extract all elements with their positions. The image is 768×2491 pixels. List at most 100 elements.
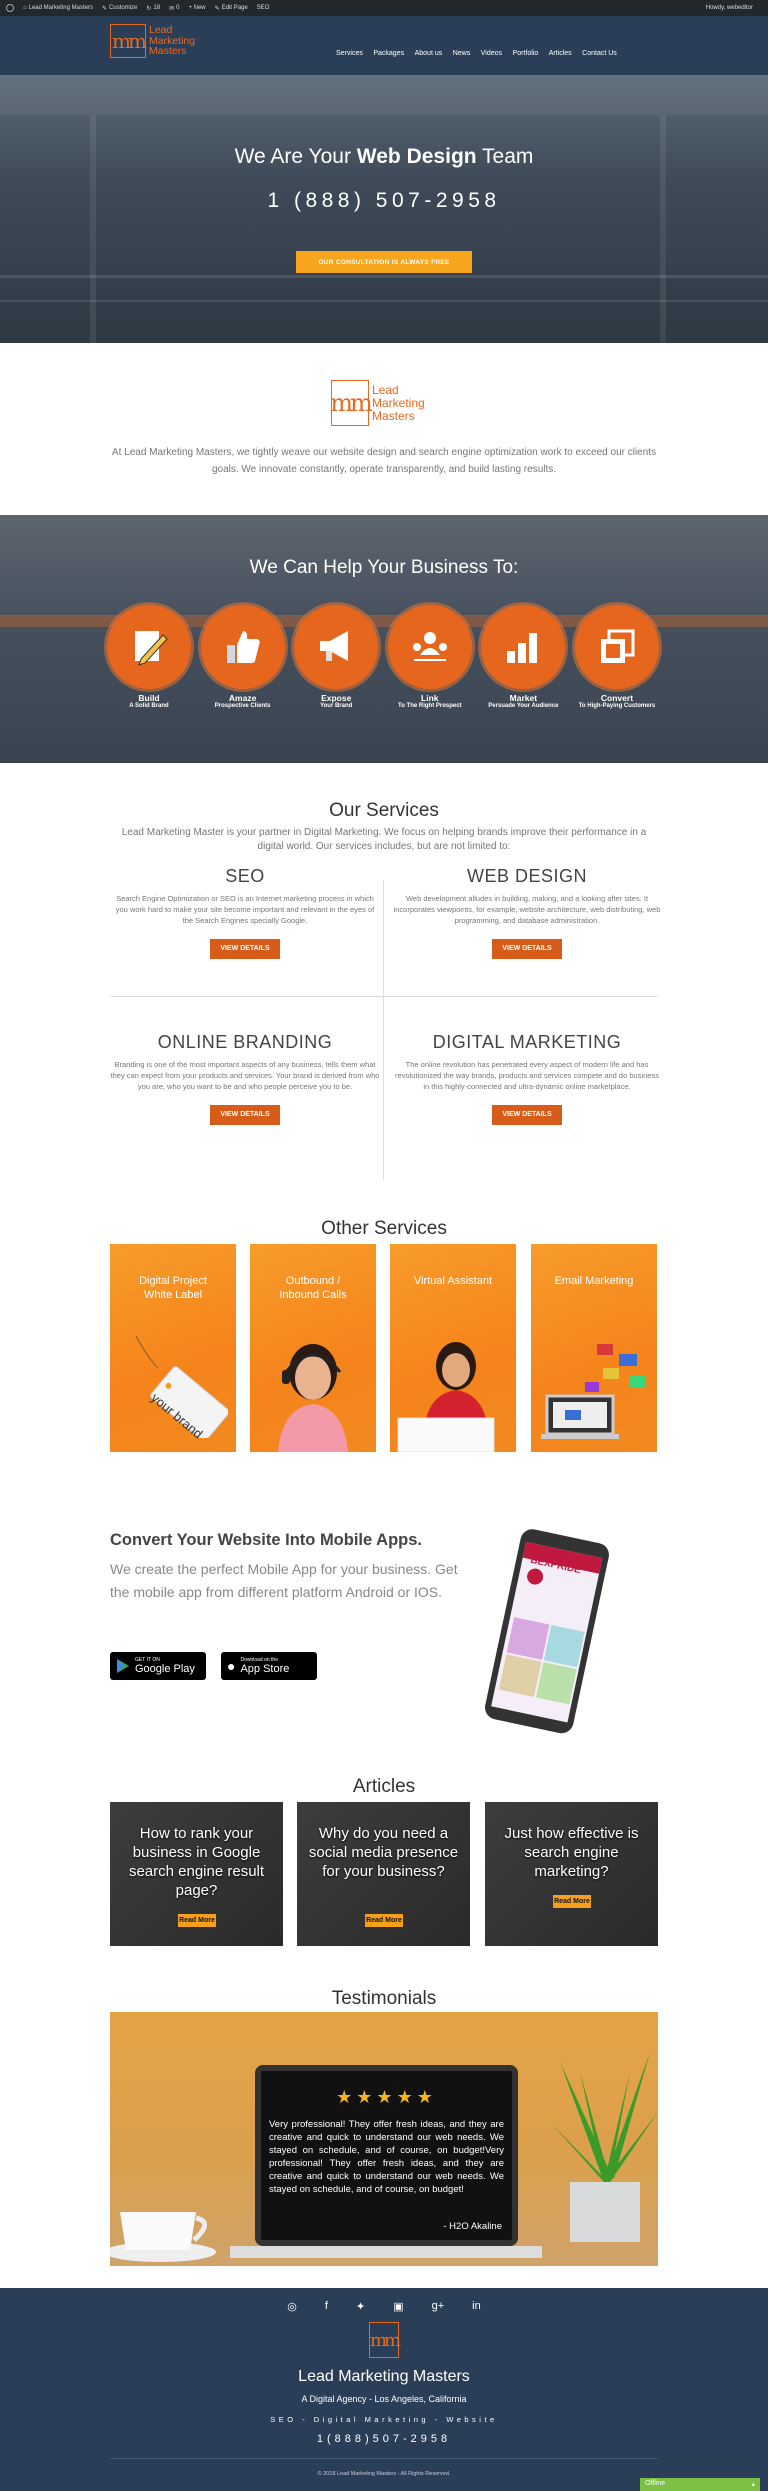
site-footer: ◎ f ✦ ▣ g+ in mm Lead Marketing Masters … — [0, 2288, 768, 2491]
footer-company-name: Lead Marketing Masters — [298, 2368, 470, 2385]
logo-text: Lead Marketing Masters — [372, 382, 425, 423]
help-item-amaze[interactable]: Amaze Prospective Clients — [200, 605, 285, 709]
service-text: Web development alludes in building, mak… — [393, 894, 661, 925]
read-more-button[interactable]: Read More — [365, 1914, 403, 1927]
service-text: Search Engine Optimization or SEO is an … — [115, 894, 375, 925]
instagram-icon[interactable]: ◎ — [287, 2300, 297, 2313]
nav-videos[interactable]: Videos — [481, 50, 502, 57]
help-item-build[interactable]: Build A Solid Brand — [107, 605, 191, 709]
google-play-button[interactable]: GET IT ON Google Play — [110, 1652, 206, 1680]
coffee-cup-icon — [110, 2212, 216, 2262]
branding-view-details-button[interactable]: VIEW DETAILS — [210, 1104, 280, 1125]
nav-news[interactable]: News — [453, 50, 471, 57]
nav-articles[interactable]: Articles — [549, 50, 572, 57]
megaphone-icon — [294, 605, 379, 689]
hero-railing — [0, 300, 768, 302]
service-web-design: WEB DESIGN Web development alludes in bu… — [392, 866, 662, 959]
linkedin-icon[interactable]: in — [472, 2300, 481, 2313]
footer-divider — [110, 2458, 658, 2459]
chat-offline-widget[interactable]: Offline ▴ — [640, 2478, 760, 2491]
nav-services[interactable]: Services — [336, 50, 363, 57]
site-logo[interactable]: mm Lead Marketing Masters — [110, 24, 195, 58]
google-plus-icon[interactable]: g+ — [432, 2300, 445, 2313]
plant-icon — [550, 2052, 658, 2242]
assistant-icon — [397, 1342, 495, 1452]
card-virtual-assistant[interactable]: Virtual Assistant — [390, 1244, 516, 1452]
app-store-button[interactable]: ● Download on the App Store — [221, 1652, 317, 1680]
footer-logo-icon[interactable]: mm — [369, 2322, 401, 2358]
digital-marketing-view-details-button[interactable]: VIEW DETAILS — [492, 1104, 562, 1125]
facebook-icon[interactable]: f — [325, 2300, 328, 2313]
hero-phone[interactable]: 1 (888) 507-2958 — [0, 189, 768, 213]
other-services-title: Other Services — [321, 1218, 447, 1239]
admin-site-name[interactable]: ⌂ Lead Marketing Masters — [23, 5, 93, 11]
admin-new[interactable]: + New — [188, 5, 205, 11]
admin-greeting[interactable]: Howdy, webeditor — [706, 5, 753, 11]
service-digital-marketing: DIGITAL MARKETING The online revolution … — [392, 1032, 662, 1125]
service-title: WEB DESIGN — [466, 866, 587, 886]
admin-edit-page[interactable]: ✎ Edit Page — [215, 5, 248, 12]
help-section: We Can Help Your Business To: Build A So… — [0, 515, 768, 763]
service-seo: SEO Search Engine Optimization or SEO is… — [110, 866, 380, 959]
articles-title: Articles — [352, 1776, 416, 1797]
service-text: The online revolution has penetrated eve… — [395, 1060, 659, 1091]
intro-text: At Lead Marketing Masters, we tightly we… — [111, 447, 657, 475]
web-design-view-details-button[interactable]: VIEW DETAILS — [492, 938, 562, 959]
bar-chart-icon — [481, 605, 566, 689]
testimonial-banner: ★★★★★ Very professional! They offer fres… — [110, 2012, 658, 2266]
read-more-button[interactable]: Read More — [553, 1895, 591, 1908]
logo-mark-icon: mm — [330, 380, 373, 426]
article-card[interactable]: Why do you need a social media presence … — [297, 1802, 470, 1946]
mobile-title: Convert Your Website Into Mobile Apps. — [110, 1531, 422, 1549]
apple-icon: ● — [227, 1658, 236, 1674]
social-links: ◎ f ✦ ▣ g+ in — [0, 2300, 768, 2313]
footer-phone[interactable]: 1(888)507-2958 — [0, 2433, 768, 2445]
logo-text: Lead Marketing Masters — [149, 24, 196, 58]
help-item-link[interactable]: Link To The Right Prospect — [387, 605, 472, 709]
admin-seo[interactable]: SEO — [257, 5, 270, 11]
mobile-text: We create the perfect Mobile App for you… — [110, 1561, 458, 1600]
call-agent-icon — [278, 1344, 348, 1452]
footer-services: SEO - Digital Marketing - Website — [270, 2415, 498, 2424]
card-calls[interactable]: Outbound / Inbound Calls — [250, 1244, 376, 1452]
instagram-icon[interactable]: ▣ — [393, 2300, 403, 2313]
footer-tagline: A Digital Agency - Los Angeles, Californ… — [301, 2394, 467, 2404]
services-divider — [383, 880, 384, 1180]
help-circles: Build A Solid Brand Amaze Prospective Cl… — [107, 605, 669, 709]
nav-packages[interactable]: Packages — [373, 50, 404, 57]
nav-portfolio[interactable]: Portfolio — [513, 50, 539, 57]
testimonial-author: - H2O Akaline — [443, 2221, 502, 2232]
rating-stars-icon: ★★★★★ — [336, 2087, 437, 2107]
nav-contact-us[interactable]: Contact Us — [582, 50, 617, 57]
service-online-branding: ONLINE BRANDING Branding is one of the m… — [110, 1032, 380, 1125]
wp-logo-icon[interactable] — [6, 4, 14, 12]
help-item-expose[interactable]: Expose Your Brand — [294, 605, 379, 709]
read-more-button[interactable]: Read More — [178, 1914, 216, 1927]
service-text: Branding is one of the most important as… — [110, 1060, 380, 1091]
service-title: DIGITAL MARKETING — [432, 1032, 622, 1052]
admin-customize[interactable]: ✎ Customize — [102, 5, 137, 12]
convert-icon — [574, 605, 659, 689]
chevron-up-icon: ▴ — [751, 2481, 755, 2488]
article-card[interactable]: How to rank your business in Google sear… — [110, 1802, 283, 1946]
wp-admin-bar: ⌂ Lead Marketing Masters ✎ Customize ↻ 1… — [0, 0, 768, 16]
seo-view-details-button[interactable]: VIEW DETAILS — [210, 938, 280, 959]
hero-section: We Are Your Web Design Team 1 (888) 507-… — [0, 75, 768, 343]
testimonial-quote: Very professional! They offer fresh idea… — [269, 2119, 504, 2195]
admin-updates[interactable]: ↻ 18 — [146, 5, 160, 12]
help-item-market[interactable]: Market Persuade Your Audience — [481, 605, 566, 709]
card-email-marketing[interactable]: Email Marketing — [531, 1244, 657, 1452]
admin-comments[interactable]: ✉ 0 — [169, 5, 179, 12]
hero-ceiling — [0, 75, 768, 115]
testimonials-title: Testimonials — [331, 1988, 437, 2009]
nav-about-us[interactable]: About us — [415, 50, 443, 57]
twitter-icon[interactable]: ✦ — [356, 2300, 365, 2313]
hero-title: We Are Your Web Design Team — [234, 145, 534, 168]
footer-copyright: © 2018 Lead Marketing Masters - All Righ… — [317, 2471, 451, 2477]
free-consultation-button[interactable]: OUR CONSULTATION IS ALWAYS FREE — [296, 251, 472, 273]
article-card[interactable]: Just how effective is search engine mark… — [485, 1802, 658, 1946]
help-item-convert[interactable]: Convert To High-Paying Customers — [574, 605, 659, 709]
main-nav: Services Packages About us News Videos P… — [336, 50, 627, 57]
card-white-label[interactable]: Digital Project White Label your brand — [110, 1244, 236, 1452]
intro-logo: mm Lead Marketing Masters — [330, 380, 425, 426]
